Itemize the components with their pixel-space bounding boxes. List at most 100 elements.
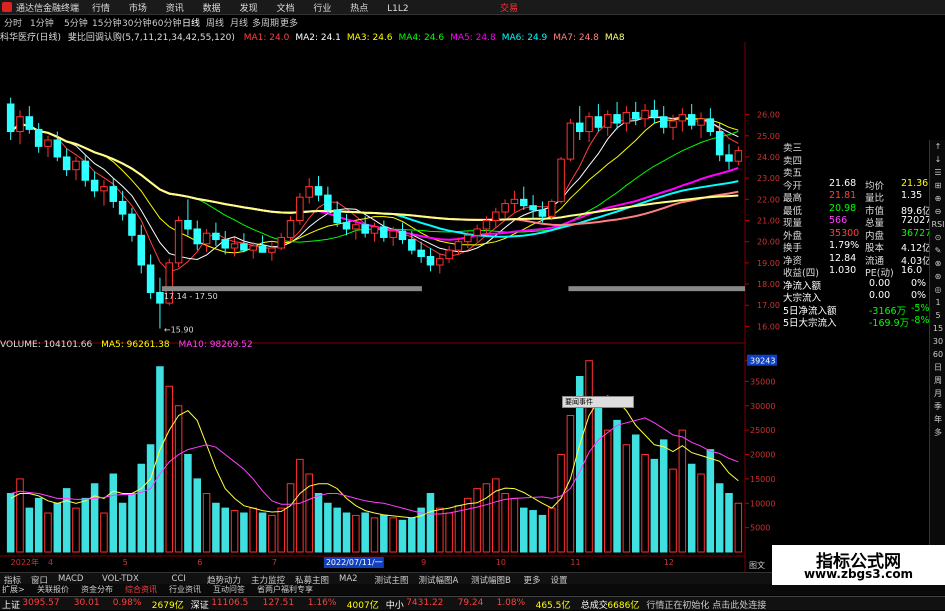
candle-body[interactable] [16,116,24,133]
toolbar-button[interactable]: 日 [930,361,945,374]
candle-body[interactable] [286,220,295,238]
event-tooltip[interactable]: 要闻事件 [562,396,634,408]
candle-body[interactable] [454,241,463,251]
candle-body[interactable] [25,116,34,130]
menu-item[interactable]: 数据 [203,4,221,14]
extension-tab[interactable]: 关联报价 [37,584,69,595]
candle-body[interactable] [613,114,621,124]
toolbar-button[interactable]: ⊖ [930,205,945,218]
candle-body[interactable] [389,230,397,238]
toolbar-button[interactable]: ✎ [930,244,945,257]
candle-body[interactable] [277,236,285,249]
candle-body[interactable] [492,211,500,221]
candle-body[interactable] [697,118,705,126]
candle-body[interactable] [622,111,631,124]
toolbar-button[interactable]: 年 [930,413,945,426]
period-tab[interactable]: 周线 [206,16,224,29]
candle-body[interactable] [510,198,519,205]
candle-body[interactable] [678,114,687,122]
menu-item[interactable]: 热点 [350,4,368,14]
toolbar-button[interactable]: 周 [930,374,945,387]
toolbar-button[interactable]: ☰ [930,166,945,179]
candle-body[interactable] [473,228,481,236]
toolbar-button[interactable]: ⊗ [930,257,945,270]
candle-body[interactable] [650,109,659,118]
candle-body[interactable] [230,243,239,249]
candle-body[interactable] [72,160,80,171]
toolbar-button[interactable]: 月 [930,387,945,400]
toolbar-button[interactable]: 季 [930,400,945,413]
candle-body[interactable] [268,247,276,253]
toolbar-button[interactable]: ⊙ [930,231,945,244]
toolbar-button[interactable]: 1 [930,296,945,309]
candle-body[interactable] [585,116,593,133]
candle-body[interactable] [146,264,155,294]
toolbar-button[interactable]: 60 [930,348,945,361]
menu-item[interactable]: L1L2 [387,4,408,14]
toolbar-button[interactable]: ↓ [930,153,945,166]
menu-item[interactable]: 行业 [313,4,331,14]
candle-body[interactable] [137,234,146,266]
candle-body[interactable] [184,220,192,230]
candle-body[interactable] [436,258,444,266]
candle-body[interactable] [305,186,313,198]
period-tab[interactable]: 30分钟 [122,16,151,29]
candle-body[interactable] [6,103,15,133]
period-tab-active[interactable]: 日线 [182,16,200,29]
candle-body[interactable] [715,131,724,156]
candle-body[interactable] [594,116,603,128]
candle-body[interactable] [557,158,565,202]
toolbar-button[interactable]: ⊛ [930,270,945,283]
candle-body[interactable] [240,243,248,251]
candle-body[interactable] [734,150,743,162]
candle-body[interactable] [659,116,668,128]
period-tab[interactable]: 5分钟 [64,16,88,29]
menu-item[interactable]: 市场 [129,4,147,14]
candle-body[interactable] [370,226,379,234]
candle-body[interactable] [53,139,62,158]
candle-body[interactable] [520,198,528,207]
toolbar-button[interactable]: RSI [930,218,945,231]
candle-body[interactable] [538,209,547,217]
candle-body[interactable] [324,194,332,211]
candle-body[interactable] [193,228,202,245]
candle-body[interactable] [482,220,491,230]
extension-tab[interactable]: 扩展> [2,584,25,595]
toolbar-button[interactable]: 15 [930,322,945,335]
candle-body[interactable] [34,128,43,147]
candle-body[interactable] [706,118,715,133]
indicator-tab[interactable]: CCI [172,574,186,584]
candle-body[interactable] [221,239,229,249]
candle-body[interactable] [342,222,351,230]
candle-body[interactable] [44,139,52,147]
candle-body[interactable] [118,200,127,215]
extension-tab[interactable]: 省两户福利专享 [257,584,313,595]
extension-tab[interactable]: 资金分布 [81,584,113,595]
candle-body[interactable] [445,249,453,260]
toolbar-button[interactable]: 5 [930,309,945,322]
candle-body[interactable] [426,256,435,266]
candle-body[interactable] [258,245,267,253]
period-tab[interactable]: 多周期 [252,16,279,29]
candle-body[interactable] [156,292,164,304]
indicator-tab[interactable]: MA2 [339,574,358,584]
extension-tab[interactable]: 综合资讯 [125,584,157,595]
candle-body[interactable] [687,114,696,126]
candle-body[interactable] [641,109,649,120]
extension-tab[interactable]: 互动问答 [213,584,245,595]
toolbar-button[interactable]: ⊕ [930,192,945,205]
candle-body[interactable] [408,239,416,251]
menu-item[interactable]: 资讯 [166,4,184,14]
candle-body[interactable] [669,120,677,128]
candle-body[interactable] [202,232,211,245]
menu-item[interactable]: 行情 [92,4,110,14]
candle-body[interactable] [109,186,118,202]
menu-item[interactable]: 文档 [276,4,294,14]
toolbar-button[interactable]: 多 [930,426,945,439]
candle-body[interactable] [314,186,323,196]
period-tab[interactable]: 15分钟 [92,16,121,29]
candle-body[interactable] [62,156,71,171]
indicator-tab[interactable]: MACD [58,574,83,584]
candle-body[interactable] [90,179,99,192]
candle-body[interactable] [380,226,388,238]
